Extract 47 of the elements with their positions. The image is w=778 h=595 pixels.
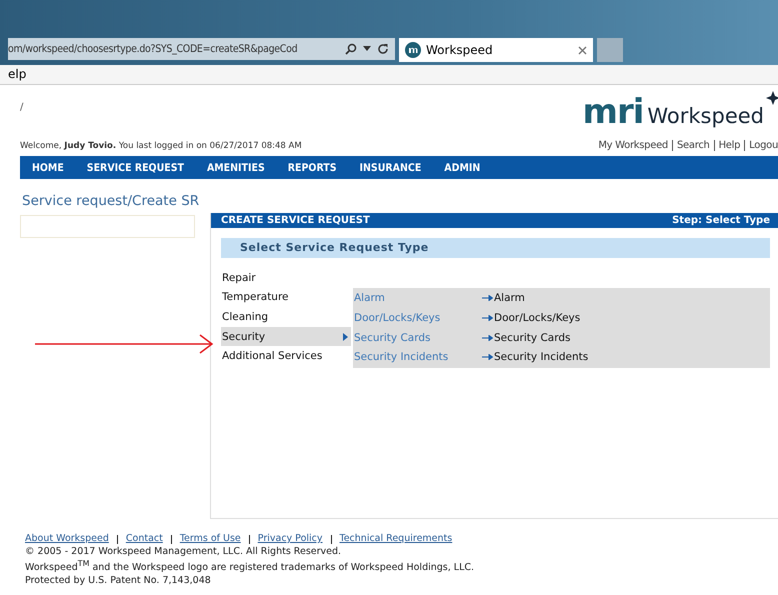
category-item[interactable]: Security [221,326,351,346]
caret-icon [343,332,348,341]
footer-link[interactable]: Terms of Use [180,533,241,546]
footer-link[interactable]: About Workspeed [25,533,109,546]
menu-item[interactable]: elp [8,67,26,81]
browser-tab[interactable]: Workspeed [399,38,593,62]
nav-item[interactable]: HOME [32,162,64,174]
nav-item[interactable]: ADMIN [444,162,480,174]
type-target: Security Cards [494,332,570,344]
arrow-icon [482,314,493,321]
header-mark: / [20,102,24,112]
type-target: Door/Locks/Keys [494,312,580,324]
header-link[interactable]: My Workspeed [598,140,668,151]
step-label: Step: Select Type [672,215,770,226]
breadcrumb: Service request/Create SR [22,193,200,209]
panel-title: CREATE SERVICE REQUEST [221,215,370,226]
type-target: Alarm [494,292,525,304]
category-item[interactable]: Temperature [221,288,351,308]
nav-item[interactable]: SERVICE REQUEST [86,162,184,174]
nav-item[interactable]: AMENITIES [206,162,265,174]
category-item[interactable]: Cleaning [221,307,351,327]
arrow-icon [482,354,493,360]
dropdown-icon[interactable] [363,46,371,52]
welcome-text: Welcome, Judy Tovio. You last logged in on 06/27/2017 08:48 AM [20,141,302,151]
nav-item[interactable]: REPORTS [288,162,337,174]
footer-text: Workspeed$^{TM}$ and the Workspeed logo are registered trademarks of Workspeed Holdings, LLC. [25,558,476,575]
footer-link[interactable]: Contact [126,533,163,546]
address-bar[interactable]: om/workspeed/choosesrtype.do?SYS_CODE=createSR&pageCod [8,38,395,60]
close-icon[interactable] [578,46,587,54]
refresh-icon[interactable] [377,43,389,55]
header-link[interactable]: Help [718,140,740,151]
type-target: Security Incidents [494,351,588,364]
section-title: Select Service Request Type [221,238,770,258]
category-item[interactable]: Additional Services [221,346,351,366]
footer-text: © 2005 - 2017 Workspeed Management, LLC. All Rights Reserved. [25,546,342,558]
header-link[interactable]: Search [677,140,710,151]
arrow-icon [482,295,493,302]
header-link[interactable]: Logou [749,140,778,151]
footer-link[interactable]: Privacy Policy [258,533,323,546]
footer-text: Protected by U.S. Patent No. 7,143,048 [25,574,212,588]
category-item[interactable]: Repair [221,268,351,288]
site-icon [405,42,421,58]
arrow-icon [482,334,493,341]
footer-link[interactable]: Technical Requirements [340,533,452,546]
search-icon[interactable] [345,43,357,55]
nav-item[interactable]: INSURANCE [360,162,422,174]
pointer-arrow-icon [35,334,215,354]
